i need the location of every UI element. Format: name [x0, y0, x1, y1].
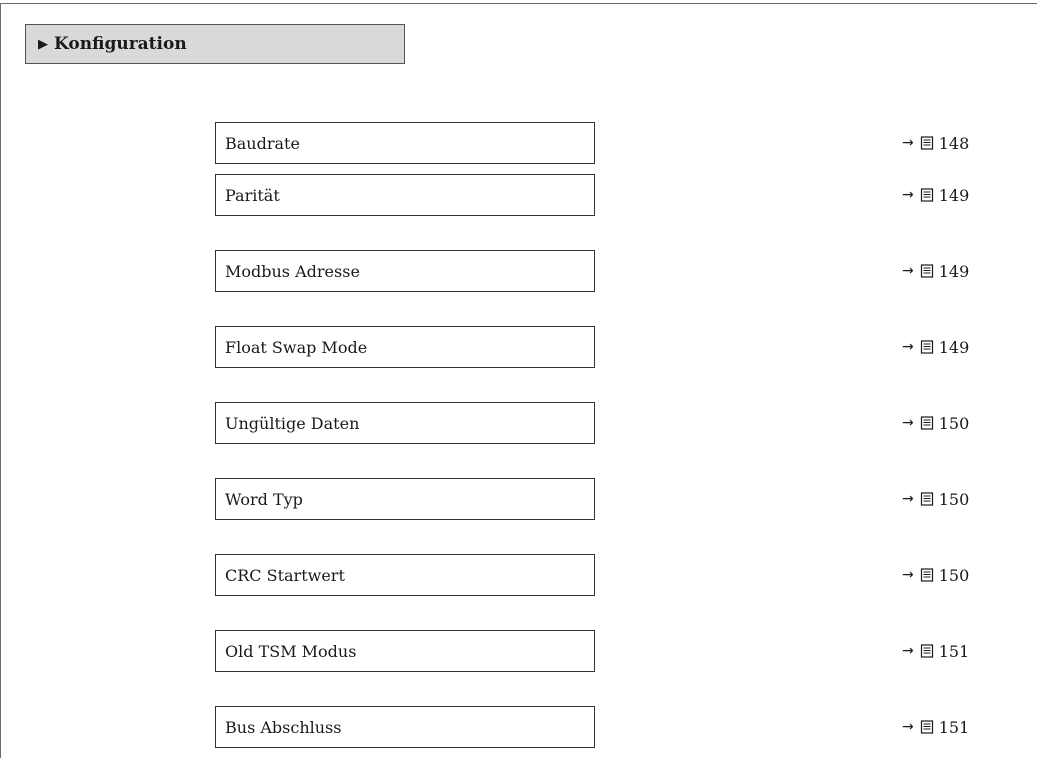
page-reference[interactable]: → 150	[902, 478, 969, 520]
parameter-label: Parität	[225, 185, 280, 205]
page-reference[interactable]: → 148	[902, 122, 969, 164]
parameter-label: Old TSM Modus	[225, 641, 357, 661]
book-icon	[920, 644, 933, 658]
frame-top-border	[0, 3, 1037, 4]
list-item: Modbus Adresse → 149	[0, 250, 1037, 292]
parameter-box-bus-abschluss[interactable]: Bus Abschluss	[215, 706, 595, 748]
parameter-box-baudrate[interactable]: Baudrate	[215, 122, 595, 164]
page-reference[interactable]: → 151	[902, 630, 969, 672]
page-reference[interactable]: → 149	[902, 174, 969, 216]
parameter-box-old-tsm-modus[interactable]: Old TSM Modus	[215, 630, 595, 672]
page-reference[interactable]: → 151	[902, 706, 969, 748]
section-title: Konfiguration	[54, 34, 187, 54]
list-item: Baudrate → 148	[0, 122, 1037, 164]
parameter-box-paritaet[interactable]: Parität	[215, 174, 595, 216]
parameter-box-word-typ[interactable]: Word Typ	[215, 478, 595, 520]
arrow-right-icon: →	[902, 643, 914, 659]
page-number: 151	[938, 717, 970, 737]
list-item: CRC Startwert → 150	[0, 554, 1037, 596]
book-icon	[920, 492, 933, 506]
list-item: Ungültige Daten → 150	[0, 402, 1037, 444]
arrow-right-icon: →	[902, 567, 914, 583]
section-header-konfiguration[interactable]: ▶ Konfiguration	[25, 24, 405, 64]
parameter-label: Float Swap Mode	[225, 337, 368, 357]
parameter-label: Baudrate	[225, 133, 300, 153]
page-reference[interactable]: → 149	[902, 326, 969, 368]
page-number: 150	[938, 413, 970, 433]
parameter-box-crc-startwert[interactable]: CRC Startwert	[215, 554, 595, 596]
page-number: 151	[938, 641, 970, 661]
arrow-right-icon: →	[902, 491, 914, 507]
book-icon	[920, 720, 933, 734]
book-icon	[920, 416, 933, 430]
book-icon	[920, 264, 933, 278]
list-item: Bus Abschluss → 151	[0, 706, 1037, 748]
parameter-box-modbus-adresse[interactable]: Modbus Adresse	[215, 250, 595, 292]
page-reference[interactable]: → 150	[902, 402, 969, 444]
list-item: Parität → 149	[0, 174, 1037, 216]
parameter-label: CRC Startwert	[225, 565, 345, 585]
arrow-right-icon: →	[902, 187, 914, 203]
arrow-right-icon: →	[902, 339, 914, 355]
page-reference[interactable]: → 150	[902, 554, 969, 596]
parameter-box-float-swap-mode[interactable]: Float Swap Mode	[215, 326, 595, 368]
parameter-label: Bus Abschluss	[225, 717, 342, 737]
book-icon	[920, 136, 933, 150]
page-number: 149	[938, 261, 970, 281]
list-item: Old TSM Modus → 151	[0, 630, 1037, 672]
book-icon	[920, 340, 933, 354]
arrow-right-icon: →	[902, 135, 914, 151]
arrow-right-icon: →	[902, 415, 914, 431]
page-number: 149	[938, 185, 970, 205]
parameter-box-ungueltige-daten[interactable]: Ungültige Daten	[215, 402, 595, 444]
page-number: 148	[938, 133, 970, 153]
list-item: Float Swap Mode → 149	[0, 326, 1037, 368]
parameter-label: Ungültige Daten	[225, 413, 360, 433]
page-number: 150	[938, 565, 970, 585]
parameter-label: Word Typ	[225, 489, 303, 509]
right-triangle-icon: ▶	[38, 36, 48, 52]
page-reference[interactable]: → 149	[902, 250, 969, 292]
book-icon	[920, 188, 933, 202]
arrow-right-icon: →	[902, 263, 914, 279]
page-number: 149	[938, 337, 970, 357]
list-item: Word Typ → 150	[0, 478, 1037, 520]
page-number: 150	[938, 489, 970, 509]
arrow-right-icon: →	[902, 719, 914, 735]
parameter-label: Modbus Adresse	[225, 261, 360, 281]
book-icon	[920, 568, 933, 582]
